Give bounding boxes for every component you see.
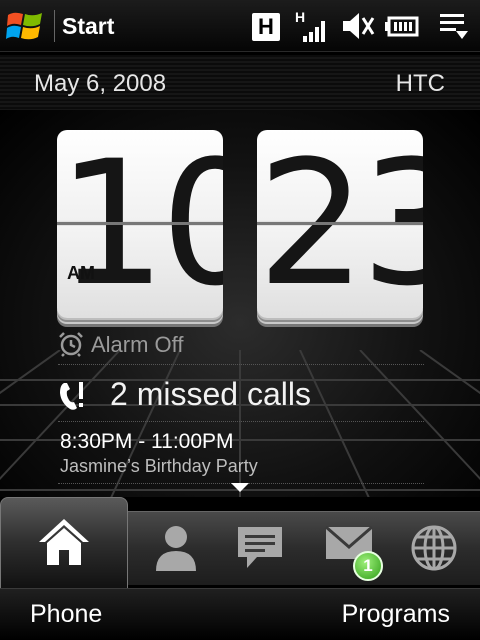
tab-internet[interactable] [392, 511, 476, 585]
notifications-menu-icon[interactable] [438, 8, 472, 44]
clock-hours-card[interactable]: 10 AM [57, 130, 223, 318]
brand-label: HTC [395, 70, 445, 97]
current-date: May 6, 2008 [34, 70, 167, 97]
network-type-badge[interactable]: H [252, 13, 280, 41]
person-icon [156, 526, 196, 571]
flip-hinge [257, 222, 423, 225]
globe-icon [411, 525, 457, 571]
alarm-clock-icon [59, 332, 83, 357]
tab-messages[interactable] [218, 511, 302, 585]
svg-text:H: H [295, 9, 305, 25]
tab-people[interactable] [134, 511, 218, 585]
status-bar: Start H H [0, 0, 480, 52]
alarm-status: Alarm Off [91, 332, 184, 357]
date-row[interactable]: May 6, 2008 HTC [0, 55, 480, 110]
home-panel: 10 AM 23 Alarm Off 2 missed calls 8:30PM… [0, 110, 480, 497]
unread-email-badge: 1 [353, 551, 383, 581]
appointment-title: Jasmine’s Birthday Party [60, 456, 258, 476]
missed-calls-label: 2 missed calls [110, 376, 311, 412]
start-separator [54, 10, 55, 42]
battery-icon[interactable] [385, 8, 421, 44]
start-label: Start [62, 13, 115, 39]
softkey-bar: Phone Programs [0, 588, 480, 640]
alarm-row[interactable]: Alarm Off [58, 325, 424, 365]
home-icon [39, 519, 89, 565]
speech-bubble-icon [238, 527, 282, 568]
tab-home[interactable] [0, 497, 128, 588]
hsdpa-signal-icon[interactable]: H [293, 8, 329, 44]
windows-logo-icon [6, 12, 42, 40]
touchflo-tab-bar: 1 [0, 497, 480, 588]
right-softkey[interactable]: Programs [342, 600, 450, 629]
left-softkey[interactable]: Phone [30, 600, 102, 629]
appointment-time: 8:30PM - 11:00PM [60, 430, 234, 453]
start-button[interactable]: Start [0, 0, 130, 52]
clock-ampm: AM [67, 263, 95, 283]
missed-call-icon [60, 382, 83, 410]
expand-down-arrow-icon[interactable] [231, 483, 249, 492]
tab-email[interactable]: 1 [307, 511, 391, 585]
appointment-row[interactable]: 8:30PM - 11:00PM Jasmine’s Birthday Part… [58, 426, 424, 484]
missed-calls-row[interactable]: 2 missed calls [58, 370, 424, 422]
volume-muted-icon[interactable] [340, 8, 376, 44]
clock-minutes-card[interactable]: 23 [257, 130, 423, 318]
flip-hinge [57, 222, 223, 225]
